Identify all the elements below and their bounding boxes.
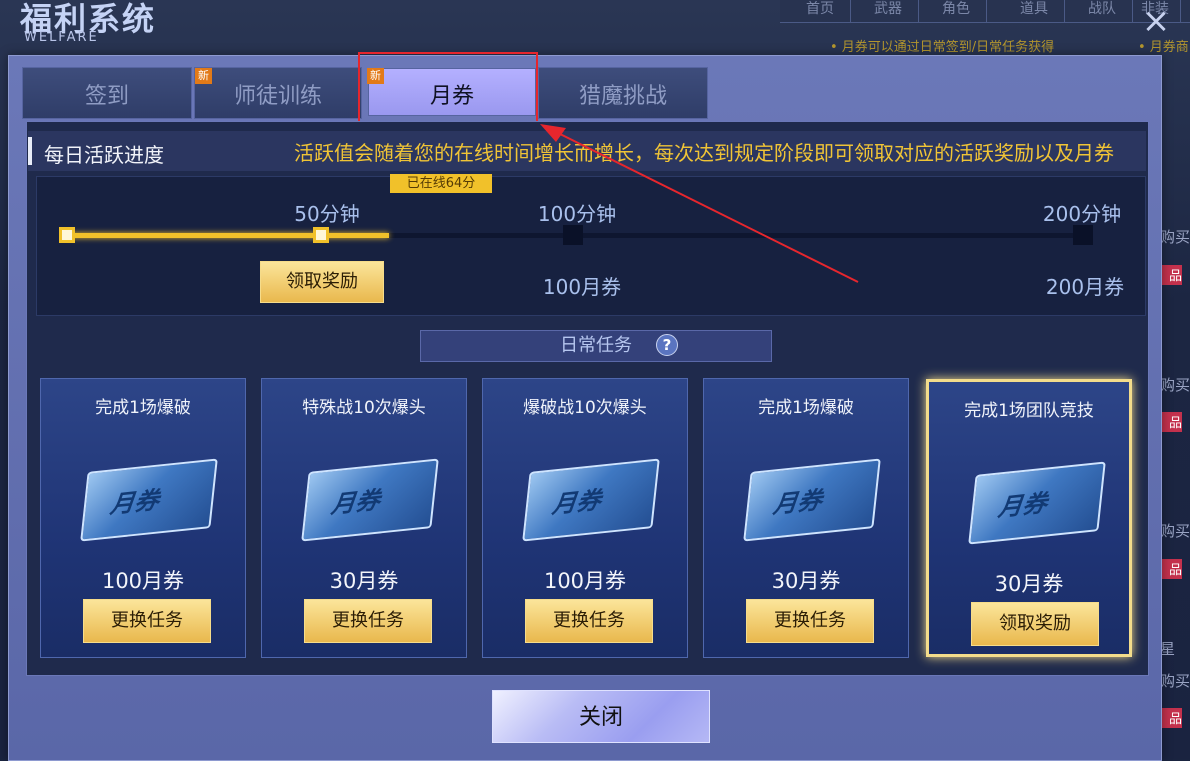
annotation-arrow [540, 124, 859, 283]
